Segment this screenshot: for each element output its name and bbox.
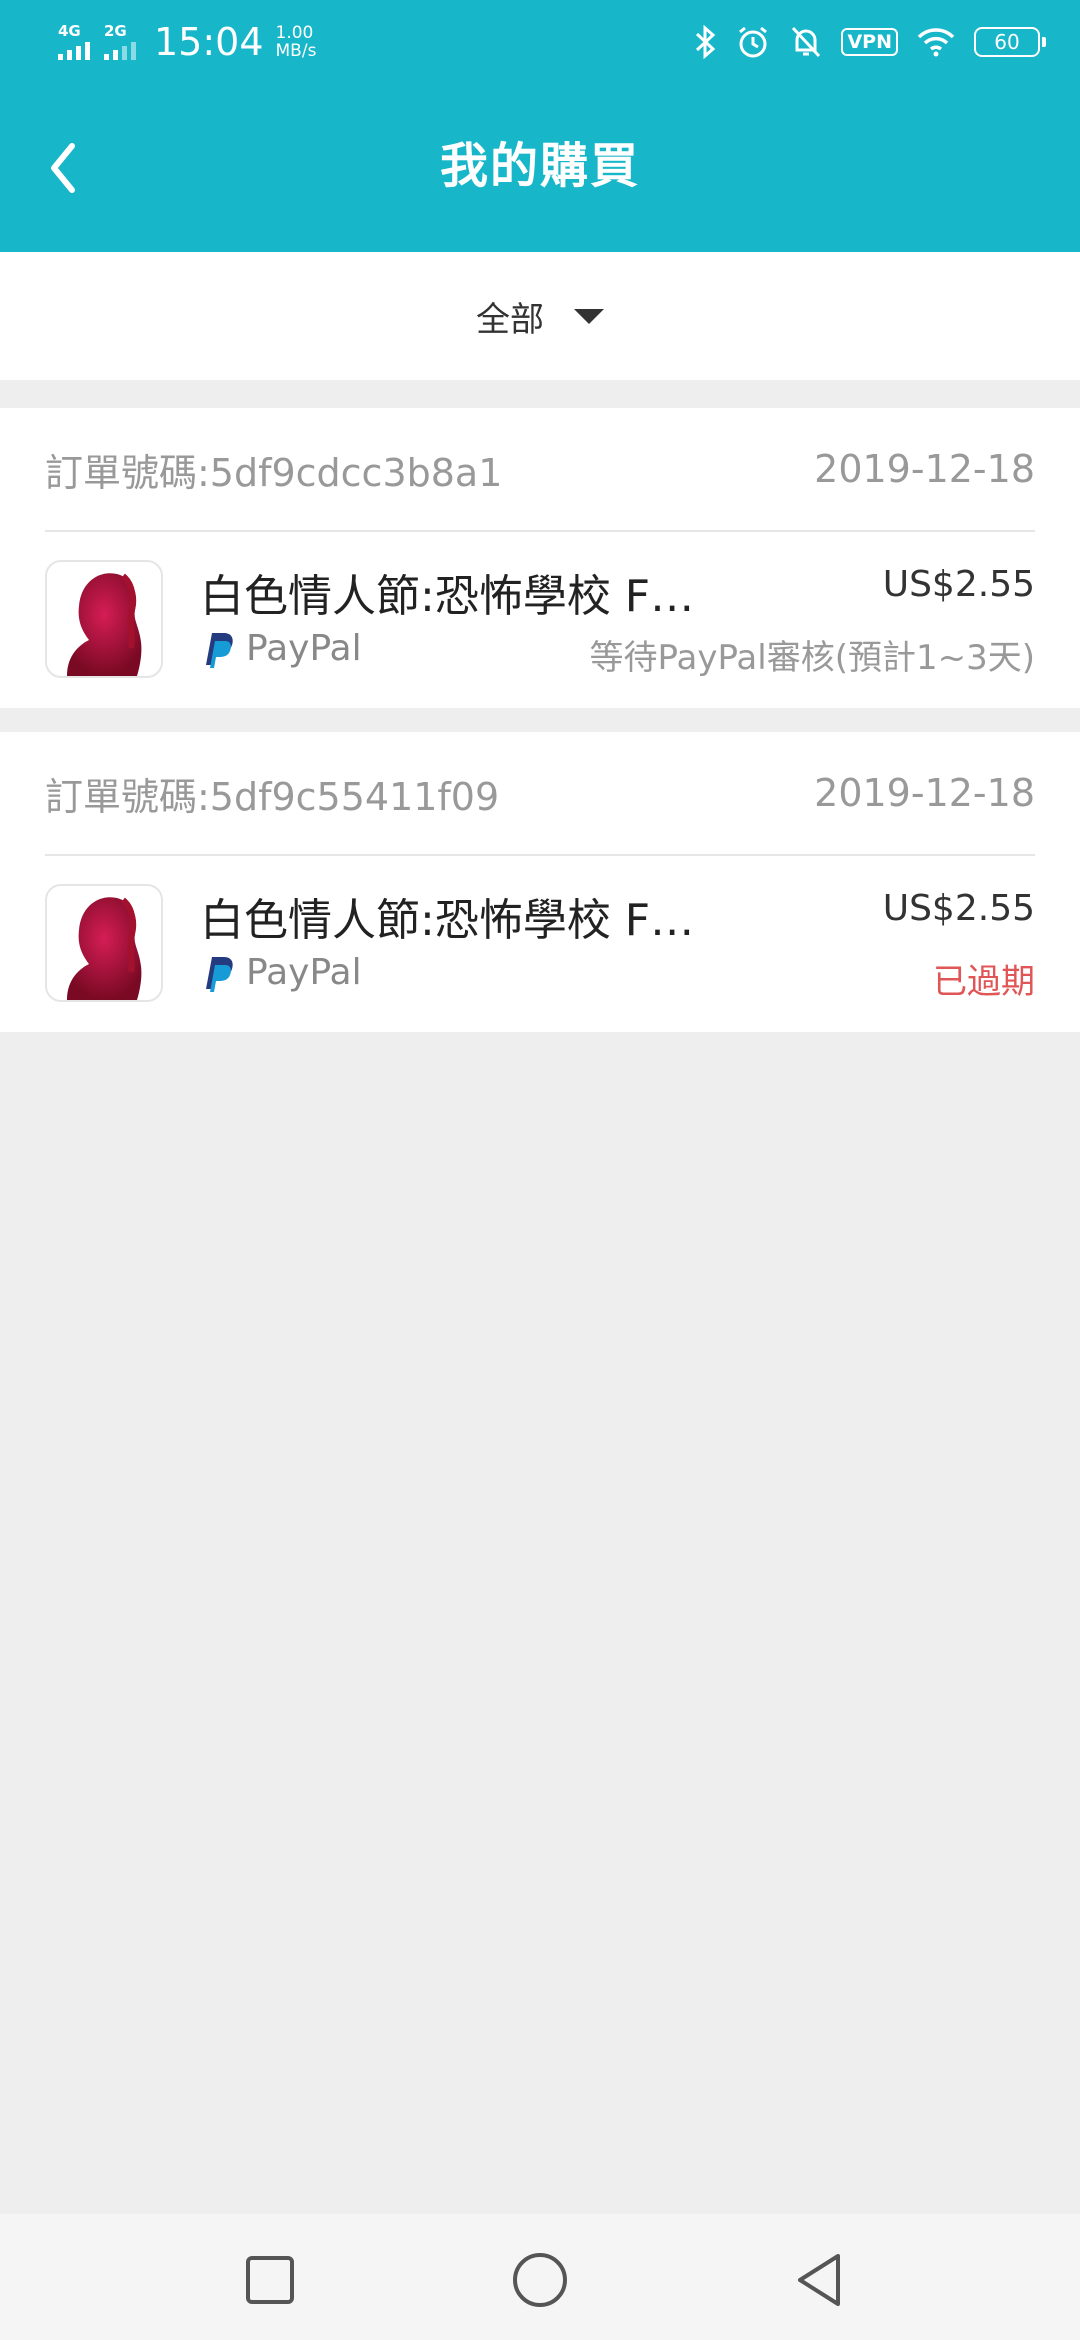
payment-method: PayPal bbox=[200, 628, 362, 669]
paypal-icon bbox=[206, 632, 233, 668]
signal-4g: 4G bbox=[58, 24, 94, 60]
order-header: 訂單號碼:5df9c55411f09 2019-12-18 bbox=[45, 732, 1035, 856]
triangle-back-icon bbox=[798, 2254, 840, 2306]
circle-icon bbox=[513, 2253, 567, 2307]
battery-level: 60 bbox=[974, 27, 1046, 57]
order-card[interactable]: 訂單號碼:5df9cdcc3b8a1 2019-12-18 白色情人節:恐怖學校… bbox=[0, 408, 1080, 708]
game-title: 白色情人節:恐怖學校 F… bbox=[200, 895, 695, 946]
battery-icon: 60 bbox=[974, 27, 1046, 57]
network-speed: 1.00 MB/s bbox=[276, 24, 317, 60]
speed-unit: MB/s bbox=[275, 41, 317, 61]
order-status: 已過期 bbox=[933, 962, 1035, 1002]
order-date: 2019-12-18 bbox=[814, 771, 1035, 815]
status-bar-left: 4G 2G 15:04 1.00 MB/s bbox=[58, 18, 316, 66]
order-number: 訂單號碼:5df9cdcc3b8a1 bbox=[45, 450, 503, 495]
caret-down-icon bbox=[574, 308, 604, 324]
signal-bars-icon bbox=[58, 42, 94, 60]
payment-label: PayPal bbox=[246, 952, 362, 993]
filter-dropdown[interactable]: 全部 bbox=[0, 252, 1080, 380]
order-price: US$2.55 bbox=[882, 564, 1035, 605]
mute-bell-icon bbox=[789, 24, 823, 60]
girl-silhouette-icon bbox=[67, 897, 142, 1000]
order-status: 等待PayPal審核(預計1~3天) bbox=[589, 638, 1035, 678]
order-number: 訂單號碼:5df9c55411f09 bbox=[45, 774, 500, 819]
wifi-icon bbox=[916, 26, 956, 58]
status-bar-right: VPN 60 bbox=[675, 18, 1046, 66]
status-bar: 4G 2G 15:04 1.00 MB/s VPN 60 bbox=[0, 0, 1080, 84]
game-thumbnail bbox=[45, 560, 163, 678]
signal-bars-icon bbox=[104, 42, 140, 60]
system-nav-bar bbox=[0, 2214, 1080, 2340]
home-button[interactable] bbox=[510, 2250, 570, 2310]
network-label-1: 4G bbox=[58, 22, 81, 40]
square-icon bbox=[246, 2256, 294, 2304]
clock: 15:04 bbox=[154, 20, 264, 64]
network-label-2: 2G bbox=[104, 22, 127, 40]
page-title: 我的購買 bbox=[439, 138, 640, 194]
vpn-icon: VPN bbox=[841, 28, 898, 56]
game-thumbnail bbox=[45, 884, 163, 1002]
order-date: 2019-12-18 bbox=[814, 447, 1035, 491]
order-header: 訂單號碼:5df9cdcc3b8a1 2019-12-18 bbox=[45, 408, 1035, 532]
bluetooth-icon bbox=[693, 25, 717, 59]
alarm-icon bbox=[735, 24, 771, 60]
back-nav-button[interactable] bbox=[790, 2250, 850, 2310]
payment-label: PayPal bbox=[246, 628, 362, 669]
recents-button[interactable] bbox=[240, 2250, 300, 2310]
paypal-icon bbox=[206, 956, 233, 992]
order-price: US$2.55 bbox=[882, 888, 1035, 929]
filter-selected-label: 全部 bbox=[476, 299, 544, 340]
signal-2g: 2G bbox=[104, 24, 140, 60]
game-title: 白色情人節:恐怖學校 F… bbox=[200, 571, 695, 622]
speed-value: 1.00 bbox=[275, 23, 314, 43]
order-card[interactable]: 訂單號碼:5df9c55411f09 2019-12-18 白色情人節:恐怖學校… bbox=[0, 732, 1080, 1032]
payment-method: PayPal bbox=[200, 952, 362, 993]
vpn-label: VPN bbox=[841, 28, 898, 56]
girl-silhouette-icon bbox=[67, 573, 142, 676]
app-bar: 我的購買 bbox=[0, 84, 1080, 252]
